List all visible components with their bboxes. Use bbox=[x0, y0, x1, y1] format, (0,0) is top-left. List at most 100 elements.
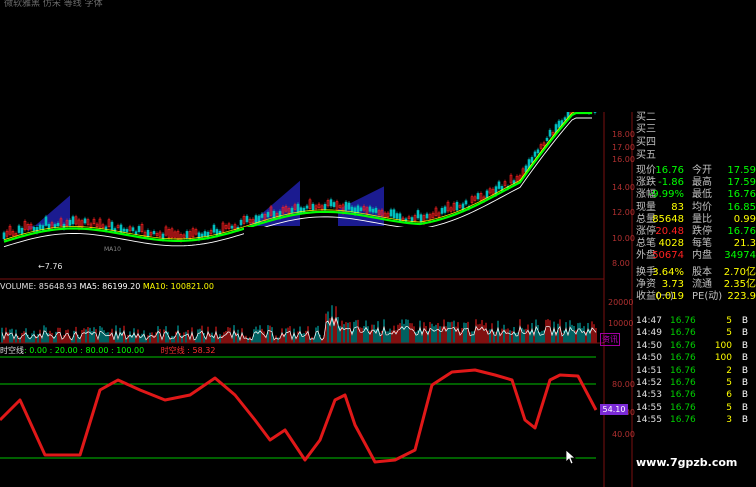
quote-value: 17.59 bbox=[727, 165, 756, 176]
order-book-row: 买三 bbox=[636, 124, 656, 135]
top-banner: 微软雅黑 仿宋 等线 字体 bbox=[4, 0, 103, 9]
quote-value: 21.3 bbox=[733, 238, 756, 250]
quote-label: 净资 bbox=[636, 278, 656, 290]
tick-price: 16.76 bbox=[670, 365, 696, 376]
tick-time: 14:50 bbox=[636, 340, 662, 351]
candle-body bbox=[245, 215, 249, 223]
quote-label: 涨跌 bbox=[636, 177, 656, 189]
info-tab[interactable]: 资讯 bbox=[600, 333, 620, 346]
candle-body bbox=[350, 206, 354, 212]
tick-row: 14:53 16.76 6 B bbox=[636, 390, 756, 401]
price-axis-label: 8.00 bbox=[612, 259, 630, 268]
candle-body bbox=[392, 209, 396, 219]
candle-body bbox=[260, 213, 264, 218]
tick-time: 14:55 bbox=[636, 402, 662, 413]
quote-value: 20.48 bbox=[655, 226, 684, 237]
volume-ma5: MA5: 86199.20 bbox=[79, 282, 141, 291]
tick-row: 14:50 16.76 100 B bbox=[636, 341, 756, 352]
tick-side: B bbox=[741, 365, 748, 376]
candle-body bbox=[47, 224, 51, 230]
tick-volume: 5 bbox=[726, 316, 732, 326]
quote-value: 83 bbox=[671, 201, 684, 213]
tick-side: B bbox=[741, 353, 748, 364]
candle-body bbox=[329, 199, 333, 207]
tick-side: B bbox=[741, 340, 748, 351]
tick-price: 16.76 bbox=[670, 328, 696, 339]
candle-body bbox=[443, 206, 447, 213]
tick-row: 14:47 16.76 5 B bbox=[636, 316, 756, 327]
candle-body bbox=[38, 224, 42, 230]
quote-value: 16.76 bbox=[727, 189, 756, 201]
candle-body bbox=[347, 202, 351, 210]
volume-ma10: MA10: 100821.00 bbox=[142, 282, 214, 291]
tick-side: B bbox=[741, 378, 748, 388]
candle-body bbox=[440, 207, 444, 214]
quote-label: 最高 bbox=[692, 177, 712, 189]
candle-body bbox=[296, 203, 300, 213]
candle-body bbox=[122, 228, 126, 232]
candle-body bbox=[161, 233, 165, 240]
candle-body bbox=[131, 227, 135, 232]
candle-body bbox=[305, 205, 309, 209]
tick-side: B bbox=[741, 415, 748, 426]
tick-side: B bbox=[741, 402, 748, 413]
candle-body bbox=[83, 218, 87, 224]
tick-volume: 5 bbox=[726, 328, 732, 339]
candle-body bbox=[389, 209, 393, 217]
candle-body bbox=[113, 228, 117, 233]
mouse-cursor-icon bbox=[566, 450, 576, 465]
candle-body bbox=[68, 219, 72, 226]
candle-body bbox=[134, 231, 138, 235]
quote-row: 总量 85648 量比 0.99 bbox=[636, 214, 756, 226]
volume-bars bbox=[1, 305, 597, 343]
quote-value: 50674 bbox=[652, 250, 684, 262]
quote-value: 16.85 bbox=[727, 201, 756, 213]
quote-row: 外盘 50674 内盘 34974 bbox=[636, 250, 756, 262]
quote-value: 16.76 bbox=[727, 226, 756, 237]
tick-volume: 2 bbox=[726, 365, 732, 376]
tick-volume: 100 bbox=[714, 353, 732, 364]
price-axis-label: 10.00 bbox=[612, 234, 635, 243]
tick-row: 14:55 16.76 3 B bbox=[636, 415, 756, 426]
quote-label: 现量 bbox=[636, 201, 656, 213]
candle-body bbox=[419, 214, 423, 223]
candle-body bbox=[368, 206, 372, 212]
quote-value: 34974 bbox=[724, 250, 756, 262]
quote-row: 现价 16.76 今开 17.59 bbox=[636, 165, 756, 177]
quote-label: 涨停 bbox=[636, 226, 656, 237]
ma-label: MA10 bbox=[104, 246, 121, 253]
tick-volume: 5 bbox=[726, 378, 732, 388]
watermark: www.7gpzb.com bbox=[636, 456, 738, 469]
candle-body bbox=[557, 120, 561, 128]
overlay-panel bbox=[428, 0, 756, 112]
quote-label: 内盘 bbox=[692, 250, 712, 262]
candle-body bbox=[110, 221, 114, 231]
quote-value: 17.59 bbox=[727, 177, 756, 189]
candle-body bbox=[374, 207, 378, 213]
candle-body bbox=[230, 225, 234, 229]
candle-body bbox=[353, 207, 357, 215]
candle-body bbox=[464, 200, 468, 205]
price-axis-label: 12.00 bbox=[612, 208, 635, 217]
candle-body bbox=[215, 229, 219, 236]
candle-body bbox=[56, 223, 60, 227]
tick-price: 16.76 bbox=[670, 353, 696, 364]
tick-row: 14:50 16.76 100 B bbox=[636, 353, 756, 364]
candle-body bbox=[497, 181, 501, 189]
tick-price: 16.76 bbox=[670, 402, 696, 413]
quote-label: 均价 bbox=[692, 201, 712, 213]
candle-body bbox=[311, 203, 315, 211]
candle-body bbox=[137, 226, 141, 233]
candle-body bbox=[125, 229, 129, 233]
quote-label: 今开 bbox=[692, 165, 712, 176]
quote-label: 量比 bbox=[692, 213, 712, 225]
tick-time: 14:52 bbox=[636, 378, 662, 388]
tick-side: B bbox=[741, 316, 748, 326]
tick-time: 14:51 bbox=[636, 365, 662, 376]
candle-body bbox=[356, 205, 360, 214]
candle-body bbox=[323, 204, 327, 211]
quote-value: -9.99% bbox=[648, 189, 684, 201]
tick-volume: 5 bbox=[726, 402, 732, 413]
quote-value: 4028 bbox=[658, 238, 684, 250]
tick-time: 14:53 bbox=[636, 390, 662, 401]
